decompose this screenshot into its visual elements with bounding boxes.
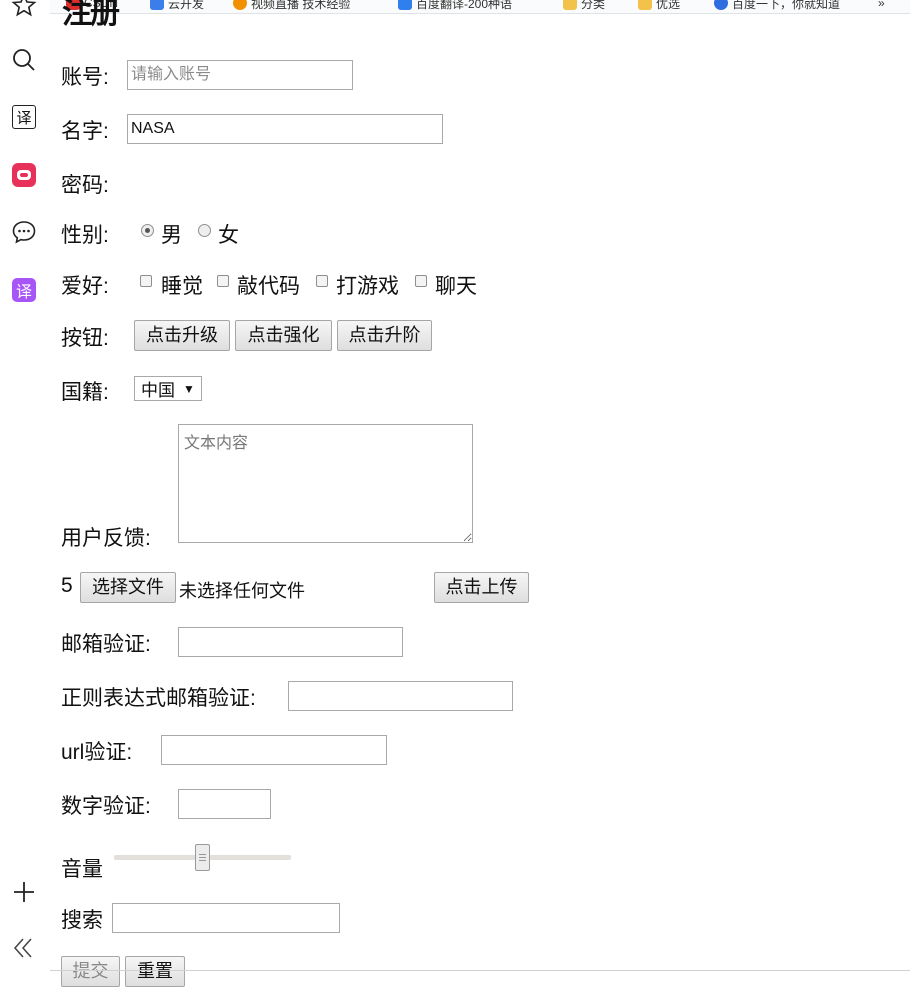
hobby-option-sleep: 睡觉	[161, 275, 203, 298]
bookmark-cloud[interactable]: 云开发	[150, 0, 204, 12]
name-input[interactable]	[127, 114, 443, 144]
bookmark-video[interactable]: 视频直播 技术经验	[233, 0, 350, 12]
reset-button[interactable]: 重置	[125, 956, 185, 987]
hobby-checkbox-game[interactable]	[316, 275, 328, 287]
hobby-checkbox-sleep[interactable]	[140, 275, 152, 287]
volume-slider-thumb[interactable]	[195, 844, 210, 871]
search-label: 搜索	[61, 909, 103, 932]
plus-icon[interactable]	[11, 879, 37, 905]
submit-button[interactable]: 提交	[61, 956, 120, 987]
nationality-select[interactable]: 中国 ▼	[134, 376, 202, 401]
advance-button[interactable]: 点击升阶	[337, 320, 432, 351]
folder-icon	[563, 0, 577, 10]
feedback-textarea[interactable]	[178, 424, 473, 543]
translate-icon[interactable]: 译	[11, 104, 37, 130]
regex-email-input[interactable]	[288, 681, 513, 711]
feedback-label: 用户反馈:	[61, 527, 151, 550]
chat-icon[interactable]	[11, 219, 37, 245]
account-label: 账号:	[61, 66, 109, 89]
video-icon	[233, 0, 247, 10]
browser-sidebar: 译 译	[0, 0, 50, 973]
gender-option-male: 男	[161, 224, 182, 247]
gender-label: 性别:	[61, 224, 109, 247]
url-label: url验证:	[61, 741, 133, 764]
nationality-value: 中国	[141, 381, 175, 400]
page-title: 注册	[62, 0, 120, 30]
url-input[interactable]	[161, 735, 387, 765]
buttons-label: 按钮:	[61, 327, 109, 350]
bookmarks-bar: CSDN 云开发 视频直播 技术经验 百度翻译-200种语 分类 优选 百度一下…	[50, 0, 910, 14]
hobby-option-code: 敲代码	[237, 275, 300, 298]
number-label: 数字验证:	[61, 795, 151, 818]
upgrade-button[interactable]: 点击升级	[134, 320, 230, 351]
account-input[interactable]	[127, 60, 353, 90]
volume-label: 音量	[61, 858, 103, 881]
hobby-checkbox-chat[interactable]	[415, 275, 427, 287]
gender-option-female: 女	[218, 224, 239, 247]
folder-icon	[638, 0, 652, 10]
hobby-label: 爱好:	[61, 275, 109, 298]
bookmark-baidu[interactable]: 百度一下，你就知道	[714, 0, 840, 12]
file-prefix: 5	[61, 574, 73, 597]
hobby-checkbox-code[interactable]	[217, 275, 229, 287]
cloud-icon	[150, 0, 164, 10]
regex-email-label: 正则表达式邮箱验证:	[61, 687, 256, 710]
name-label: 名字:	[61, 120, 109, 143]
bookmark-folder-2[interactable]: 优选	[638, 0, 680, 12]
gender-radio-female[interactable]	[198, 224, 211, 237]
search-icon[interactable]	[11, 47, 37, 73]
email-label: 邮箱验证:	[61, 633, 151, 656]
bottom-divider	[50, 970, 910, 971]
search-input[interactable]	[112, 903, 340, 933]
bookmark-translate[interactable]: 百度翻译-200种语	[398, 0, 512, 12]
bookmark-folder-1[interactable]: 分类	[563, 0, 605, 12]
baidu-icon	[714, 0, 728, 10]
nationality-label: 国籍:	[61, 381, 109, 404]
star-icon[interactable]	[11, 0, 37, 18]
email-input[interactable]	[178, 627, 403, 657]
enhance-button[interactable]: 点击强化	[235, 320, 332, 351]
file-status: 未选择任何文件	[179, 581, 305, 601]
bookmark-more[interactable]: »	[878, 0, 885, 12]
hobby-option-game: 打游戏	[336, 275, 399, 298]
app-icon[interactable]	[11, 162, 37, 188]
translate-app-icon[interactable]: 译	[11, 277, 37, 303]
collapse-icon[interactable]	[11, 935, 37, 961]
more-icon: »	[878, 0, 885, 10]
number-input[interactable]	[178, 789, 271, 819]
translate-site-icon	[398, 0, 412, 10]
gender-radio-male[interactable]	[141, 224, 154, 237]
hobby-option-chat: 聊天	[435, 275, 477, 298]
chevron-down-icon: ▼	[183, 381, 195, 396]
upload-button[interactable]: 点击上传	[434, 572, 529, 603]
password-label: 密码:	[61, 174, 109, 197]
choose-file-button[interactable]: 选择文件	[80, 572, 176, 603]
